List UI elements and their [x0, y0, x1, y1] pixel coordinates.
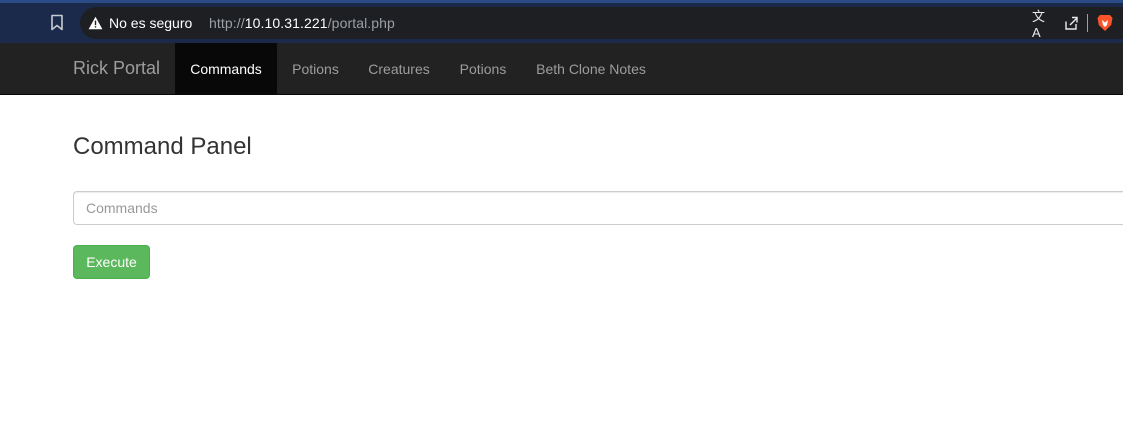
- address-bar[interactable]: No es seguro http://10.10.31.221/portal.…: [80, 7, 1123, 40]
- url-host: 10.10.31.221: [244, 15, 328, 31]
- execute-button[interactable]: Execute: [73, 245, 150, 279]
- url-path: /portal.php: [327, 15, 395, 31]
- url-scheme: http://: [209, 15, 245, 31]
- url-text[interactable]: http://10.10.31.221/portal.php: [209, 7, 395, 39]
- bookmark-icon[interactable]: [50, 14, 64, 31]
- site-navbar: Rick Portal Commands Potions Creatures P…: [0, 43, 1123, 95]
- nav-item-creatures[interactable]: Creatures: [354, 43, 444, 94]
- translate-icon[interactable]: 文A: [1032, 9, 1050, 40]
- nav-item-beth-clone-notes[interactable]: Beth Clone Notes: [522, 43, 660, 94]
- security-label: No es seguro: [109, 15, 193, 31]
- warning-icon: [88, 16, 103, 30]
- commands-input[interactable]: [73, 191, 1123, 225]
- browser-toolbar: No es seguro http://10.10.31.221/portal.…: [0, 0, 1123, 43]
- toolbar-divider: [1087, 14, 1088, 32]
- brave-lion-icon[interactable]: [1097, 14, 1123, 32]
- toolbar-actions: 文A: [1032, 7, 1123, 40]
- security-indicator[interactable]: No es seguro: [88, 7, 192, 39]
- page-title: Command Panel: [73, 133, 252, 160]
- nav-item-potions-2[interactable]: Potions: [444, 43, 522, 94]
- nav-item-commands[interactable]: Commands: [175, 43, 277, 94]
- nav-item-potions[interactable]: Potions: [277, 43, 354, 94]
- share-icon[interactable]: [1063, 15, 1087, 31]
- brand-link[interactable]: Rick Portal: [73, 43, 160, 94]
